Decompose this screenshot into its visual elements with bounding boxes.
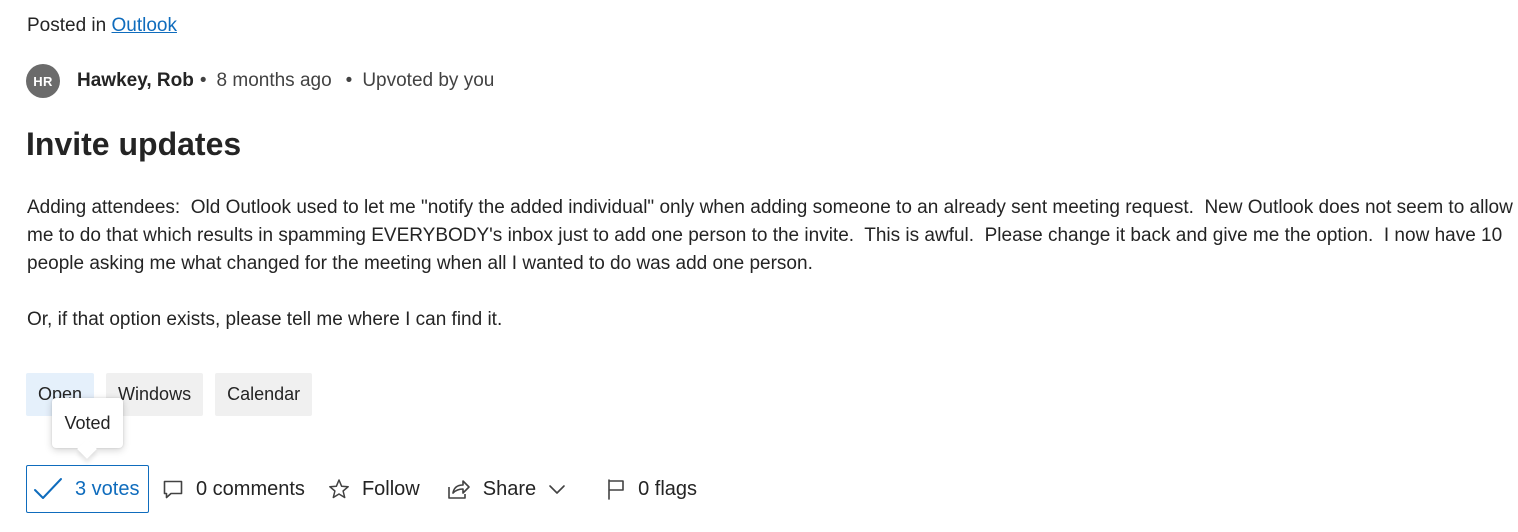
action-bar: 3 votes 0 comments Follow Share 0 flags bbox=[26, 465, 697, 513]
idea-post: Posted in Outlook HR Hawkey, Rob • 8 mon… bbox=[0, 0, 1518, 532]
separator-dot: • bbox=[199, 70, 207, 91]
follow-button[interactable]: Follow bbox=[328, 478, 420, 501]
tag-calendar[interactable]: Calendar bbox=[215, 373, 313, 416]
voted-tooltip: Voted bbox=[52, 398, 123, 448]
upvoted-status: Upvoted by you bbox=[362, 70, 495, 91]
follow-label: Follow bbox=[361, 477, 420, 500]
avatar[interactable]: HR bbox=[26, 64, 60, 98]
comments-button[interactable]: 0 comments bbox=[162, 478, 305, 501]
flag-icon bbox=[608, 479, 624, 500]
share-label: Share bbox=[482, 477, 537, 500]
category-link[interactable]: Outlook bbox=[112, 15, 177, 36]
posted-in-label: Posted in bbox=[27, 15, 107, 36]
checkmark-icon bbox=[34, 478, 62, 499]
body-paragraph: Or, if that option exists, please tell m… bbox=[27, 309, 503, 330]
author-name[interactable]: Hawkey, Rob bbox=[77, 70, 194, 92]
posted-in: Posted in Outlook bbox=[27, 14, 177, 38]
separator-dot: • bbox=[345, 70, 353, 91]
post-time: 8 months ago bbox=[216, 70, 332, 91]
comment-icon bbox=[163, 480, 183, 499]
vote-count: 3 votes bbox=[75, 477, 140, 500]
star-icon bbox=[328, 479, 349, 499]
share-icon bbox=[447, 480, 470, 499]
comments-count: 0 comments bbox=[196, 477, 305, 500]
chevron-down-icon[interactable] bbox=[548, 483, 566, 495]
post-body: Adding attendees: Old Outlook used to le… bbox=[27, 194, 1513, 334]
body-paragraph: Adding attendees: Old Outlook used to le… bbox=[27, 197, 1518, 274]
post-title: Invite updates bbox=[26, 126, 242, 162]
post-meta: HR Hawkey, Rob • 8 months ago • Upvoted … bbox=[26, 64, 494, 98]
share-button[interactable]: Share bbox=[447, 478, 566, 501]
flags-button[interactable]: 0 flags bbox=[606, 478, 697, 501]
flags-count: 0 flags bbox=[638, 477, 698, 500]
vote-button[interactable]: 3 votes bbox=[26, 465, 149, 513]
